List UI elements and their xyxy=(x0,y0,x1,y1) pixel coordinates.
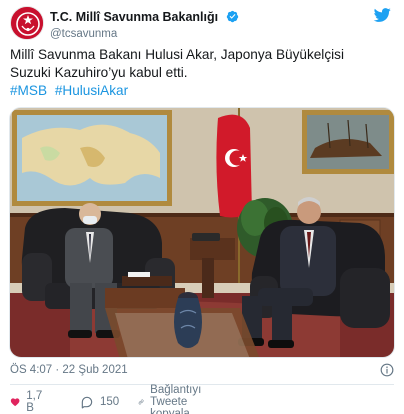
like-button[interactable]: 1,7 B xyxy=(10,390,46,414)
hashtag-msb[interactable]: #MSB xyxy=(10,83,47,98)
heart-icon xyxy=(10,398,20,407)
tweet-text-line-1: Millî Savunma Bakanı Hulusi Akar, Japony… xyxy=(10,47,344,62)
like-count: 1,7 B xyxy=(26,390,43,414)
avatar[interactable] xyxy=(10,6,44,40)
tweet-header: T.C. Millî Savunma Bakanlığı @tcsavunma xyxy=(10,6,394,40)
tweet-card: T.C. Millî Savunma Bakanlığı @tcsavunma … xyxy=(0,0,404,414)
tweet-text-line-2: Suzuki Kazuhiro’yu kabul etti. xyxy=(10,65,188,80)
copy-link-label: Bağlantıyı Tweete kopyala xyxy=(150,384,202,414)
tweet-text: Millî Savunma Bakanı Hulusi Akar, Japony… xyxy=(10,46,394,100)
account-handle[interactable]: @tcsavunma xyxy=(50,28,239,40)
hashtag-hulusiakar[interactable]: #HulusiAkar xyxy=(55,83,128,98)
display-name[interactable]: T.C. Millî Savunma Bakanlığı xyxy=(50,10,218,24)
tweet-timestamp[interactable]: ÖS 4:07 · 22 Şub 2021 xyxy=(10,364,128,376)
tweet-photo[interactable] xyxy=(9,107,395,358)
msb-logo-icon xyxy=(11,7,43,39)
twitter-bird-icon[interactable] xyxy=(372,6,392,24)
info-icon[interactable] xyxy=(380,363,394,377)
verified-badge-icon xyxy=(226,10,238,23)
hashtag-list: #MSB #HulusiAkar xyxy=(10,82,394,100)
meeting-photo-image xyxy=(10,108,394,357)
reply-icon xyxy=(81,396,93,409)
reply-button[interactable]: 150 xyxy=(80,394,119,410)
account-name-block[interactable]: T.C. Millî Savunma Bakanlığı @tcsavunma xyxy=(50,8,239,40)
reply-count: 150 xyxy=(100,396,120,408)
link-icon xyxy=(138,399,144,405)
copy-link-button[interactable]: Bağlantıyı Tweete kopyala xyxy=(138,384,209,414)
